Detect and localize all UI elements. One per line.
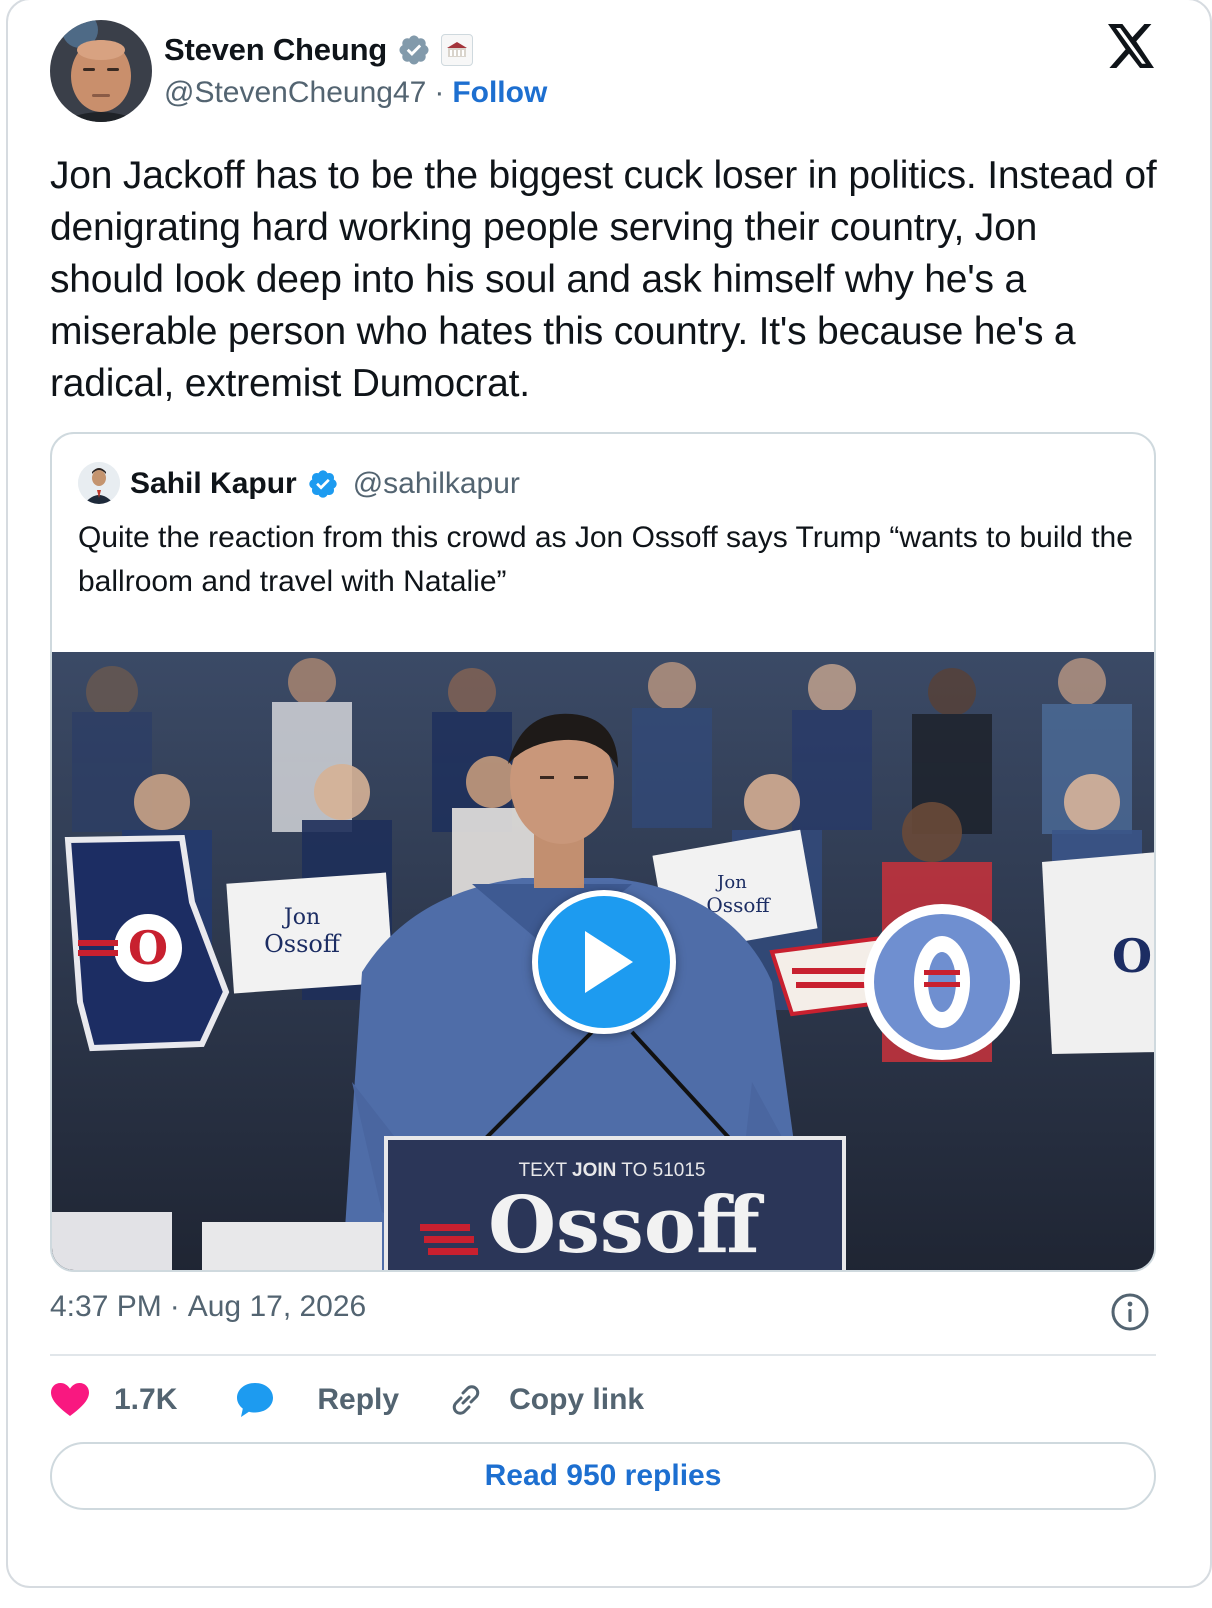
svg-text:TEXT JOIN TO 51015: TEXT JOIN TO 51015 [519, 1160, 706, 1181]
like-button[interactable]: 1.7K [50, 1382, 177, 1418]
svg-text:Ossoff: Ossoff [488, 1180, 765, 1271]
link-icon [452, 1385, 480, 1415]
x-logo-icon[interactable] [1108, 24, 1156, 68]
svg-text:Jon: Jon [282, 905, 320, 930]
verified-badge-icon [399, 35, 429, 65]
author-handle-row: @StevenCheung47 · Follow [164, 76, 547, 110]
action-bar: 1.7K Reply Copy link [50, 1372, 644, 1428]
verified-badge-icon [309, 470, 337, 498]
svg-text:Ossoff: Ossoff [264, 930, 342, 958]
heart-icon [51, 1383, 89, 1416]
author-name[interactable]: Steven Cheung [164, 32, 387, 68]
author-avatar[interactable] [50, 20, 152, 122]
timestamp-separator: · [169, 1290, 180, 1323]
georgia-sign-right: O [1042, 852, 1154, 1054]
quoted-tweet[interactable]: Sahil Kapur @sahilkapur Quite the reacti… [50, 432, 1156, 1272]
quoted-author-name[interactable]: Sahil Kapur [130, 467, 297, 501]
quoted-tweet-text: Quite the reaction from this crowd as Jo… [78, 521, 1133, 598]
follow-button[interactable]: Follow [452, 76, 547, 110]
svg-text:O: O [1112, 929, 1152, 983]
tweet-text: Jon Jackoff has to be the biggest cuck l… [50, 154, 1157, 405]
svg-text:O: O [128, 921, 168, 975]
reply-button[interactable]: Reply [235, 1381, 399, 1419]
play-icon [585, 931, 633, 993]
info-icon[interactable] [1110, 1292, 1150, 1332]
author-handle[interactable]: @StevenCheung47 [164, 76, 426, 110]
affiliation-badge-icon [441, 34, 474, 66]
quoted-author-avatar[interactable] [78, 462, 120, 504]
svg-text:Jon: Jon [715, 872, 747, 893]
timestamp[interactable]: 4:37 PM · Aug 17, 2026 [50, 1290, 366, 1324]
likes-count: 1.7K [114, 1383, 178, 1416]
quoted-author-handle[interactable]: @sahilkapur [353, 467, 520, 501]
podium: TEXT JOIN TO 51015 Ossoff [384, 1136, 846, 1271]
play-button[interactable] [532, 890, 676, 1034]
tweet-card: Steven Cheung @StevenCheung47 · Follow J… [6, 0, 1212, 1588]
copy-link-label: Copy link [509, 1383, 645, 1416]
read-replies-button[interactable]: Read 950 replies [50, 1442, 1156, 1510]
speech-bubble-icon [237, 1383, 274, 1417]
svg-text:Ossoff: Ossoff [706, 893, 771, 917]
tweet-date: Aug 17, 2026 [187, 1290, 367, 1323]
tweet-time: 4:37 PM [50, 1290, 162, 1323]
quoted-author-row: Sahil Kapur @sahilkapur [130, 464, 520, 504]
separator-dot: · [434, 76, 445, 109]
reply-label: Reply [317, 1383, 400, 1416]
video-thumbnail[interactable]: O Jon Ossoff Jon Ossoff O TEXT JOIN TO 5… [52, 652, 1154, 1271]
copy-link-button[interactable]: Copy link [447, 1381, 644, 1419]
divider [50, 1354, 1156, 1356]
author-name-row: Steven Cheung [164, 28, 474, 72]
